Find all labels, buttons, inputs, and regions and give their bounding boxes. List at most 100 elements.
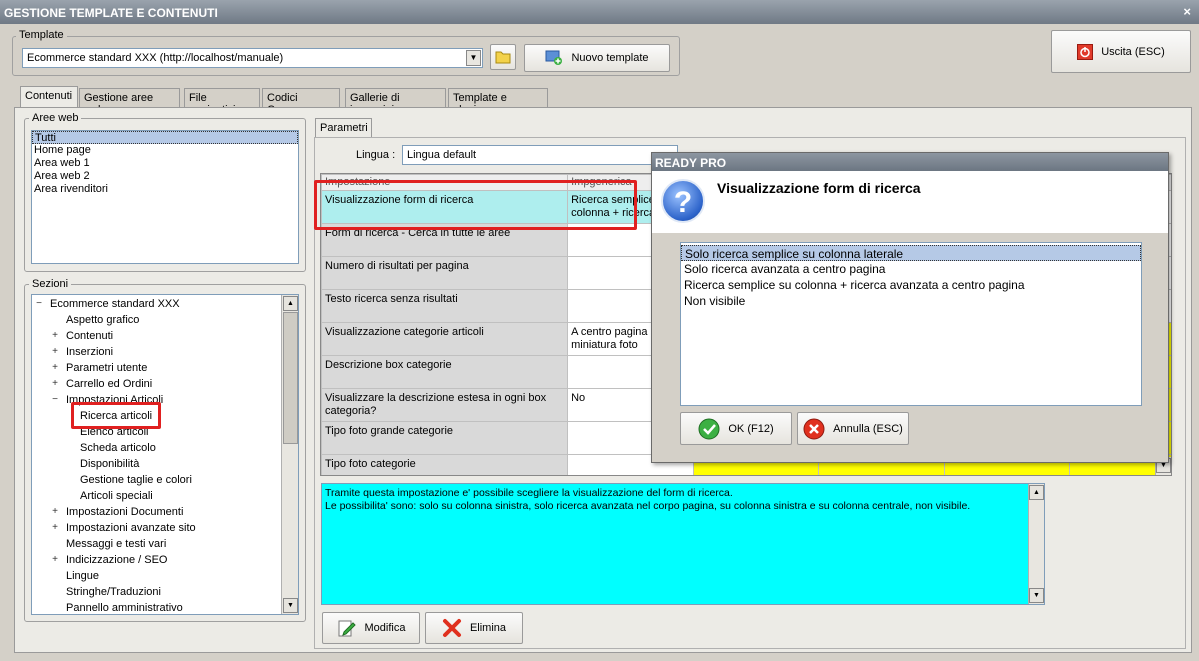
tree-item[interactable]: Gestione taglie e colori <box>80 472 192 488</box>
question-icon: ? <box>661 179 705 223</box>
options-list[interactable]: Solo ricerca semplice su colonna lateral… <box>680 242 1142 406</box>
open-folder-button[interactable] <box>490 44 516 70</box>
cancel-icon <box>803 418 825 439</box>
area-item[interactable]: Area rivenditori <box>32 183 298 196</box>
option-item[interactable]: Ricerca semplice su colonna + ricerca av… <box>681 277 1141 293</box>
table-cell[interactable]: Tipo foto grande categorie <box>321 421 569 455</box>
scroll-down-icon[interactable]: ▼ <box>1029 588 1044 603</box>
exit-button[interactable]: Uscita (ESC) <box>1051 30 1191 73</box>
dialog-heading: Visualizzazione form di ricerca <box>717 180 921 196</box>
exit-label: Uscita (ESC) <box>1101 45 1165 58</box>
tree-item[interactable]: Contenuti <box>66 328 113 344</box>
table-cell[interactable]: Descrizione box categorie <box>321 355 569 389</box>
delete-label: Elimina <box>469 622 507 634</box>
template-select[interactable]: Ecommerce standard XXX (http://localhost… <box>22 48 483 68</box>
tree-item[interactable]: Disponibilità <box>80 456 139 472</box>
tab-gallerie-immagini[interactable]: Gallerie di immagini <box>345 88 446 116</box>
sections-legend: Sezioni <box>29 278 72 290</box>
dialog-header: ? Visualizzazione form di ricerca <box>652 171 1168 233</box>
window-title-bar: GESTIONE TEMPLATE E CONTENUTI <box>0 0 1199 24</box>
tree-item[interactable]: Pannello amministrativo <box>66 600 183 614</box>
delete-button[interactable]: Elimina <box>425 612 523 644</box>
collapse-icon[interactable]: − <box>34 298 44 309</box>
tab-gestione-aree-web[interactable]: Gestione aree web <box>79 88 180 116</box>
tree-item[interactable]: Ecommerce standard XXX <box>50 296 180 312</box>
areas-list[interactable]: Tutti Home page Area web 1 Area web 2 Ar… <box>31 130 299 264</box>
table-cell[interactable]: Tipo foto categorie <box>321 454 569 475</box>
cancel-button[interactable]: Annulla (ESC) <box>797 412 909 445</box>
new-template-icon <box>545 50 563 65</box>
close-icon[interactable]: × <box>1183 4 1191 19</box>
modify-button[interactable]: Modifica <box>322 612 420 644</box>
sections-tree[interactable]: − Ecommerce standard XXX Aspetto grafico + C… <box>31 294 299 615</box>
expand-icon[interactable]: + <box>50 362 60 373</box>
cancel-label: Annulla (ESC) <box>833 422 903 435</box>
description-scrollbar[interactable]: ▲ ▼ <box>1028 484 1044 604</box>
dialog-title: READY PRO <box>652 153 1168 171</box>
edit-icon <box>338 620 356 637</box>
new-template-button[interactable]: Nuovo template <box>524 44 670 72</box>
tree-item[interactable]: Aspetto grafico <box>66 312 139 328</box>
tree-item[interactable]: Parametri utente <box>66 360 147 376</box>
scroll-thumb[interactable] <box>283 312 298 444</box>
tree-item[interactable]: Scheda articolo <box>80 440 156 456</box>
tree-item[interactable]: Impostazioni avanzate sito <box>66 520 196 536</box>
area-item[interactable]: Tutti <box>32 131 298 144</box>
tab-parametri[interactable]: Parametri <box>315 118 372 138</box>
tree-item[interactable]: Stringhe/Traduzioni <box>66 584 161 600</box>
folder-icon <box>495 51 511 64</box>
area-item[interactable]: Area web 2 <box>32 170 298 183</box>
window-title: GESTIONE TEMPLATE E CONTENUTI <box>4 6 218 20</box>
expand-icon[interactable]: + <box>50 378 60 389</box>
new-template-label: Nuovo template <box>571 52 649 64</box>
template-legend: Template <box>16 29 67 41</box>
tree-item[interactable]: Messaggi e testi vari <box>66 536 166 552</box>
table-cell[interactable]: Numero di risultati per pagina <box>321 256 569 290</box>
ok-label: OK (F12) <box>728 422 774 435</box>
tree-item[interactable]: Impostazioni Documenti <box>66 504 183 520</box>
area-item[interactable]: Area web 1 <box>32 157 298 170</box>
table-cell[interactable]: Visualizzazione categorie articoli <box>321 322 569 356</box>
tab-contenuti[interactable]: Contenuti <box>20 86 78 108</box>
description-area[interactable]: Tramite questa impostazione e' possibile… <box>321 483 1045 605</box>
tab-file-aggiuntivi[interactable]: File aggiuntivi <box>184 88 260 116</box>
chevron-down-icon[interactable]: ▼ <box>466 50 481 66</box>
expand-icon[interactable]: + <box>50 522 60 533</box>
tab-template-plugins[interactable]: Template e plugins <box>448 88 548 116</box>
tree-item[interactable]: Carrello ed Ordini <box>66 376 152 392</box>
expand-icon[interactable]: + <box>50 506 60 517</box>
collapse-icon[interactable]: − <box>50 394 60 405</box>
ok-button[interactable]: OK (F12) <box>680 412 792 445</box>
tree-item[interactable]: Articoli speciali <box>80 488 153 504</box>
option-item[interactable]: Solo ricerca avanzata a centro pagina <box>681 261 1141 277</box>
description-line: Le possibilita' sono: solo su colonna si… <box>325 500 971 512</box>
language-select[interactable]: Lingua default <box>402 145 678 165</box>
modify-label: Modifica <box>364 622 406 634</box>
option-item[interactable]: Solo ricerca semplice su colonna lateral… <box>681 245 1141 261</box>
power-icon <box>1077 43 1094 60</box>
scroll-up-icon[interactable]: ▲ <box>283 296 298 311</box>
check-icon <box>698 418 720 439</box>
expand-icon[interactable]: + <box>50 346 60 357</box>
scroll-down-icon[interactable]: ▼ <box>283 598 298 613</box>
tree-item[interactable]: Indicizzazione / SEO <box>66 552 168 568</box>
highlight-box-setting <box>314 180 637 230</box>
table-cell[interactable]: Testo ricerca senza risultati <box>321 289 569 323</box>
delete-x-icon <box>442 619 461 637</box>
sections-scrollbar[interactable]: ▲ ▼ <box>281 295 298 614</box>
table-cell[interactable]: Visualizzare la descrizione estesa in og… <box>321 388 569 422</box>
language-select-value: Lingua default <box>407 149 477 161</box>
expand-icon[interactable]: + <box>50 330 60 341</box>
area-item[interactable]: Home page <box>32 144 298 157</box>
language-label: Lingua : <box>356 149 396 161</box>
tree-item[interactable]: Inserzioni <box>66 344 113 360</box>
areas-legend: Aree web <box>29 112 82 124</box>
scroll-up-icon[interactable]: ▲ <box>1029 485 1044 500</box>
choice-dialog: READY PRO ? Visualizzazione form di rice… <box>651 152 1169 463</box>
template-select-value: Ecommerce standard XXX (http://localhost… <box>27 52 284 64</box>
tree-item[interactable]: Lingue <box>66 568 99 584</box>
option-item[interactable]: Non visibile <box>681 293 1141 309</box>
sections-tree-items: − Ecommerce standard XXX Aspetto grafico + C… <box>32 295 282 614</box>
expand-icon[interactable]: + <box>50 554 60 565</box>
tab-codici-coupon[interactable]: Codici Coupon <box>262 88 340 116</box>
